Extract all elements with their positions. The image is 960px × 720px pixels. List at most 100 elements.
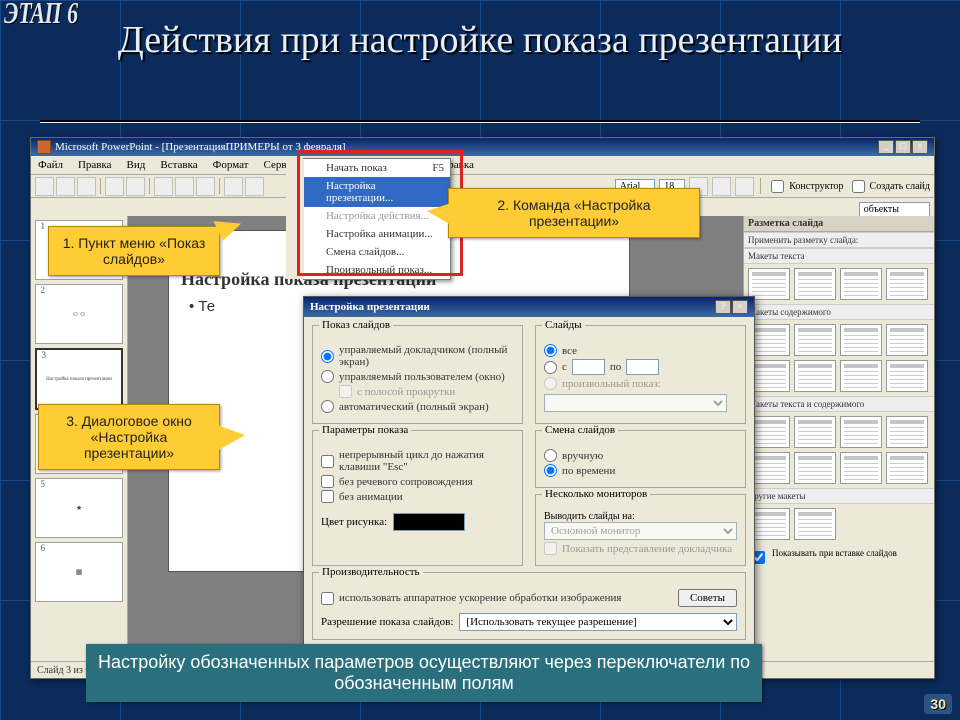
btn-new-slide[interactable]: Создать слайд: [848, 177, 930, 196]
opt-manual[interactable]: вручную: [544, 449, 737, 462]
powerpoint-icon: [37, 140, 51, 154]
maximize-icon[interactable]: □: [895, 140, 911, 154]
opt-timings[interactable]: по времени: [544, 464, 737, 477]
menu-file[interactable]: Файл: [35, 158, 66, 172]
grp-monitors-label: Несколько мониторов: [542, 488, 650, 500]
close-icon[interactable]: ×: [912, 140, 928, 154]
layout-thumb[interactable]: [886, 452, 928, 484]
layout-thumb[interactable]: [794, 452, 836, 484]
opt-scrollbar: с полосой прокрутки: [321, 385, 514, 398]
bottom-note: Настройку обозначенных параметров осущес…: [86, 644, 762, 702]
monitors-hint: Выводить слайды на:: [544, 511, 737, 522]
grp-slides: Слайды все с по произвольный показ:: [535, 325, 746, 424]
tb-save-icon[interactable]: [77, 177, 96, 196]
tb-new-icon[interactable]: [35, 177, 54, 196]
grp-showtype-label: Показ слайдов: [319, 319, 393, 331]
taskpane-sec-text: Макеты текста: [744, 248, 934, 264]
tb-print-icon[interactable]: [105, 177, 124, 196]
callout-2: 2. Команда «Настройка презентации»: [448, 188, 700, 238]
chk-no-animation[interactable]: без анимации: [321, 490, 514, 503]
opt-kiosk[interactable]: автоматический (полный экран): [321, 400, 514, 413]
mi-action-settings: Настройка действия...: [286, 207, 450, 225]
layout-thumb[interactable]: [794, 324, 836, 356]
layout-thumb[interactable]: [886, 360, 928, 392]
grp-performance: Производительность использовать аппаратн…: [312, 572, 746, 640]
layout-thumb[interactable]: [886, 416, 928, 448]
tb-open-icon[interactable]: [56, 177, 75, 196]
opt-custom-show: произвольный показ:: [544, 377, 737, 390]
grp-performance-label: Производительность: [319, 566, 423, 578]
btn-designer[interactable]: Конструктор: [767, 177, 843, 196]
layouts-content: [744, 320, 934, 396]
layout-thumb[interactable]: [886, 268, 928, 300]
range-to[interactable]: [626, 359, 659, 375]
taskpane-apply: Применить разметку слайда:: [744, 232, 934, 248]
tb-cut-icon[interactable]: [154, 177, 173, 196]
tips-button[interactable]: Советы: [678, 589, 737, 607]
chk-presenter-view: Показать представление докладчика: [544, 542, 737, 555]
callout-2-text: 2. Команда «Настройка презентации»: [497, 197, 650, 229]
nav-thumb-6[interactable]: 6▦: [35, 542, 123, 602]
layouts-textcontent: [744, 412, 934, 488]
opt-fullscreen[interactable]: управляемый докладчиком (полный экран): [321, 344, 514, 368]
app-title-text: Microsoft PowerPoint - [ПрезентацияПРИМЕ…: [55, 141, 346, 153]
objects-combo[interactable]: объекты: [859, 202, 930, 217]
layout-thumb[interactable]: [794, 360, 836, 392]
nav-thumb-5[interactable]: 5★: [35, 478, 123, 538]
nav-thumb-2[interactable]: 2☺☺: [35, 284, 123, 344]
tb-copy-icon[interactable]: [175, 177, 194, 196]
chk-no-narration[interactable]: без речевого сопровождения: [321, 475, 514, 488]
setup-dialog: Настройка презентации ?× Показ слайдов у…: [303, 296, 755, 675]
layout-thumb[interactable]: [840, 360, 882, 392]
layout-thumb[interactable]: [886, 324, 928, 356]
tb-undo-icon[interactable]: [224, 177, 243, 196]
status-slide: Слайд 3 из 6: [37, 665, 90, 676]
callout-1: 1. Пункт меню «Показ слайдов»: [48, 226, 220, 276]
nav-thumb-3[interactable]: 3Настройка показа презентации: [35, 348, 123, 410]
opt-window[interactable]: управляемый пользователем (окно): [321, 370, 514, 383]
menu-format[interactable]: Формат: [210, 158, 252, 172]
resolution-label: Разрешение показа слайдов:: [321, 616, 453, 628]
tb-redo-icon[interactable]: [245, 177, 264, 196]
dialog-titlebar: Настройка презентации ?×: [304, 297, 754, 317]
tb-paste-icon[interactable]: [196, 177, 215, 196]
tb-italic-icon[interactable]: [712, 177, 731, 196]
mi-setup-show[interactable]: Настройка презентации...: [286, 177, 450, 207]
taskpane-sec-content: Макеты содержимого: [744, 304, 934, 320]
menu-edit[interactable]: Правка: [75, 158, 115, 172]
opt-range[interactable]: с по: [544, 359, 737, 375]
layout-thumb[interactable]: [794, 416, 836, 448]
window-controls: _ □ ×: [878, 140, 928, 154]
layout-thumb[interactable]: [794, 268, 836, 300]
chk-hardware-accel[interactable]: использовать аппаратное ускорение обрабо…: [321, 592, 621, 605]
callout-3-text: 3. Диалоговое окно «Настройка презентаци…: [66, 413, 192, 461]
grp-advance: Смена слайдов вручную по времени: [535, 430, 746, 488]
range-from[interactable]: [572, 359, 605, 375]
mi-start[interactable]: Начать показF5: [286, 159, 450, 177]
layout-thumb[interactable]: [840, 268, 882, 300]
slide-number: 30: [924, 694, 952, 714]
layout-thumb[interactable]: [840, 324, 882, 356]
mi-slide-transition[interactable]: Смена слайдов...: [286, 243, 450, 261]
layout-thumb[interactable]: [840, 452, 882, 484]
monitor-select: Основной монитор: [544, 522, 737, 540]
mi-custom-show[interactable]: Произвольный показ...: [286, 261, 450, 279]
layouts-other: [744, 504, 934, 544]
chk-loop[interactable]: непрерывный цикл до нажатия клавиши "Esc…: [321, 449, 514, 473]
tb-underline-icon[interactable]: [735, 177, 754, 196]
taskpane-insert-check[interactable]: Показывать при вставке слайдов: [744, 544, 934, 571]
opt-all[interactable]: все: [544, 344, 737, 357]
callout-1-text: 1. Пункт меню «Показ слайдов»: [63, 235, 206, 267]
dialog-help-icon[interactable]: ?: [715, 300, 731, 314]
taskpane-sec-other: Другие макеты: [744, 488, 934, 504]
layout-thumb[interactable]: [840, 416, 882, 448]
pen-color-swatch[interactable]: [393, 513, 465, 531]
mi-animation-settings[interactable]: Настройка анимации...: [286, 225, 450, 243]
layout-thumb[interactable]: [794, 508, 836, 540]
tb-preview-icon[interactable]: [126, 177, 145, 196]
menu-insert[interactable]: Вставка: [157, 158, 200, 172]
dialog-close-icon[interactable]: ×: [732, 300, 748, 314]
menu-view[interactable]: Вид: [124, 158, 149, 172]
resolution-select[interactable]: [Использовать текущее разрешение]: [459, 613, 737, 631]
minimize-icon[interactable]: _: [878, 140, 894, 154]
